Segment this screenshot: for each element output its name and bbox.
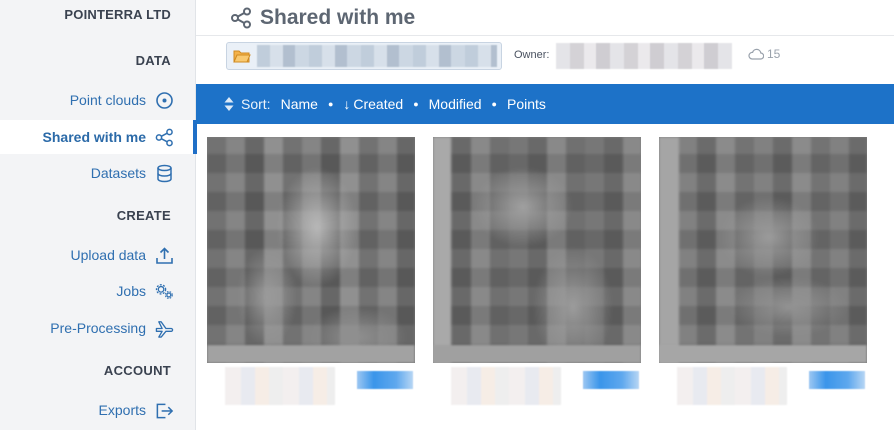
sort-option-created[interactable]: ↓ Created — [343, 96, 403, 112]
export-icon — [155, 401, 174, 420]
point-cloud-card[interactable] — [207, 137, 415, 419]
sidebar-item-exports[interactable]: Exports — [0, 393, 196, 427]
sidebar: POINTERRA LTD DATA Point clouds Shared w… — [0, 0, 197, 430]
sort-bar: Sort: Name ● ↓ Created ● Modified ● Point… — [196, 84, 894, 124]
sidebar-item-label: Upload data — [70, 247, 146, 263]
separator-dot: ● — [413, 99, 419, 109]
point-count: 15 — [748, 47, 780, 61]
pixelated-preview — [659, 137, 867, 363]
pixelated-preview — [433, 137, 641, 363]
card-open-button[interactable] — [809, 371, 865, 389]
share-info-bar: Owner: 15 — [196, 36, 894, 76]
sidebar-item-shared-with-me[interactable]: Shared with me — [0, 120, 197, 154]
org-name: POINTERRA LTD — [64, 7, 171, 22]
section-heading-data: DATA — [135, 53, 171, 68]
sidebar-item-point-clouds[interactable]: Point clouds — [0, 83, 196, 117]
point-cloud-card[interactable] — [433, 137, 641, 419]
sidebar-item-label: Pre-Processing — [50, 320, 146, 336]
card-footer — [433, 363, 641, 419]
card-open-button[interactable] — [357, 371, 413, 389]
gears-icon — [155, 282, 174, 301]
sidebar-item-pre-processing[interactable]: Pre-Processing — [0, 311, 196, 345]
sort-option-points[interactable]: Points — [507, 96, 546, 112]
sort-option-modified[interactable]: Modified — [429, 96, 482, 112]
plane-icon — [155, 319, 174, 338]
pixelated-preview — [207, 137, 415, 363]
owner-value-redacted — [556, 43, 732, 69]
card-footer — [659, 363, 867, 419]
sidebar-item-label: Point clouds — [69, 92, 146, 108]
point-count-value: 15 — [767, 47, 781, 61]
separator-dot: ● — [327, 99, 334, 109]
page-title: Shared with me — [260, 5, 416, 29]
sidebar-item-label: Jobs — [116, 283, 146, 299]
thumbnail-band — [207, 345, 415, 363]
owner-label: Owner: — [514, 49, 550, 61]
page-header: Shared with me — [196, 0, 894, 36]
card-name-redacted — [225, 367, 335, 405]
sort-option-created-label: Created — [353, 96, 404, 112]
cloud-icon — [748, 48, 765, 60]
target-icon — [155, 91, 174, 110]
app-root: POINTERRA LTD DATA Point clouds Shared w… — [0, 0, 894, 430]
upload-icon — [155, 246, 174, 265]
sidebar-item-label: Datasets — [90, 165, 146, 181]
separator-dot: ● — [491, 99, 497, 109]
card-footer — [207, 363, 415, 419]
sort-icon — [224, 97, 234, 111]
folder-path-redacted — [257, 45, 497, 67]
sidebar-item-label: Exports — [98, 402, 146, 418]
thumbnail-band — [659, 345, 867, 363]
point-cloud-card[interactable] — [659, 137, 867, 419]
database-icon — [155, 164, 174, 183]
thumbnail-band — [433, 345, 641, 363]
sort-option-name[interactable]: Name — [281, 96, 318, 112]
folder-path-field[interactable] — [226, 42, 502, 70]
card-name-redacted — [451, 367, 561, 405]
sort-label: Sort: — [241, 96, 271, 112]
sidebar-item-jobs[interactable]: Jobs — [0, 274, 196, 308]
card-thumbnail[interactable] — [207, 137, 415, 363]
card-name-redacted — [677, 367, 787, 405]
section-heading-create: CREATE — [116, 208, 171, 223]
folder-icon — [233, 49, 251, 63]
sidebar-item-label: Shared with me — [42, 129, 146, 145]
share-icon — [230, 7, 252, 29]
card-thumbnail[interactable] — [659, 137, 867, 363]
card-open-button[interactable] — [583, 371, 639, 389]
arrow-down-icon: ↓ — [343, 96, 351, 112]
sidebar-item-upload-data[interactable]: Upload data — [0, 238, 196, 272]
section-heading-account: ACCOUNT — [103, 363, 171, 378]
card-thumbnail[interactable] — [433, 137, 641, 363]
sidebar-item-datasets[interactable]: Datasets — [0, 156, 196, 190]
share-icon — [155, 128, 174, 147]
